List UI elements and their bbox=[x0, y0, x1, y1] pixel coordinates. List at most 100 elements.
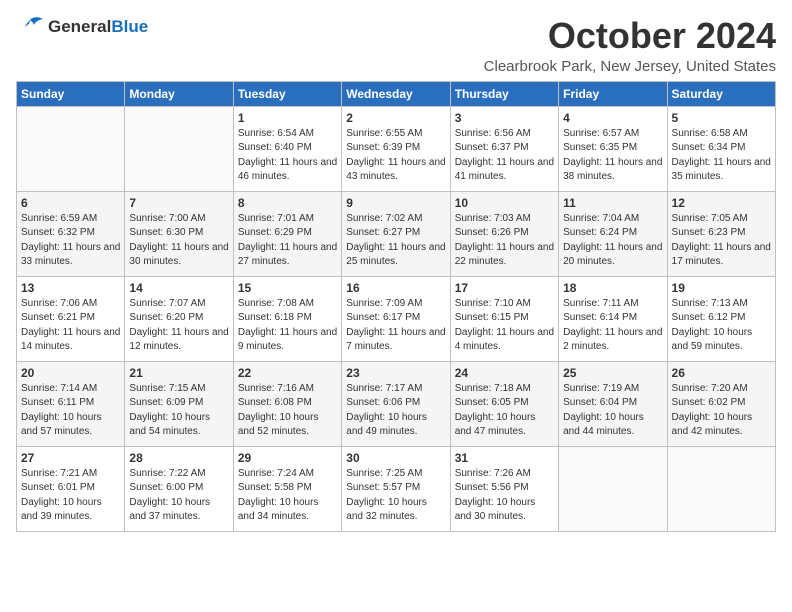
logo-general: General bbox=[48, 17, 111, 36]
calendar-cell: 6 Sunrise: 6:59 AM Sunset: 6:32 PM Daylig… bbox=[17, 191, 125, 276]
calendar-cell: 17 Sunrise: 7:10 AM Sunset: 6:15 PM Dayli… bbox=[450, 276, 558, 361]
calendar-cell: 12 Sunrise: 7:05 AM Sunset: 6:23 PM Dayli… bbox=[667, 191, 775, 276]
day-number: 22 bbox=[238, 366, 337, 380]
day-number: 4 bbox=[563, 111, 662, 125]
day-info: Sunrise: 7:20 AM Sunset: 6:02 PM Dayligh… bbox=[672, 382, 771, 440]
day-number: 29 bbox=[238, 451, 337, 465]
calendar-cell: 9Sunrise: 7:02 AM Sunset: 6:27 PM Daylig… bbox=[342, 191, 450, 276]
day-number: 26 bbox=[672, 366, 771, 380]
day-info: Sunrise: 7:05 AM Sunset: 6:23 PM Dayligh… bbox=[672, 212, 771, 270]
calendar-cell: 16 Sunrise: 7:09 AM Sunset: 6:17 PM Dayli… bbox=[342, 276, 450, 361]
calendar-cell bbox=[667, 446, 775, 531]
day-info: Sunrise: 7:15 AM Sunset: 6:09 PM Dayligh… bbox=[129, 382, 228, 440]
weekday-header: Monday bbox=[125, 81, 233, 106]
calendar-week-row: 6 Sunrise: 6:59 AM Sunset: 6:32 PM Daylig… bbox=[17, 191, 776, 276]
day-number: 24 bbox=[455, 366, 554, 380]
calendar-table: SundayMondayTuesdayWednesdayThursdayFrid… bbox=[16, 81, 776, 532]
calendar-cell: 29 Sunrise: 7:24 AM Sunset: 5:58 PM Dayli… bbox=[233, 446, 341, 531]
calendar-cell: 10Sunrise: 7:03 AM Sunset: 6:26 PM Dayli… bbox=[450, 191, 558, 276]
logo: GeneralBlue bbox=[16, 16, 148, 38]
day-info: Sunrise: 6:58 AM Sunset: 6:34 PM Dayligh… bbox=[672, 127, 771, 185]
calendar-cell bbox=[17, 106, 125, 191]
calendar-cell: 31 Sunrise: 7:26 AM Sunset: 5:56 PM Dayli… bbox=[450, 446, 558, 531]
calendar-cell: 21 Sunrise: 7:15 AM Sunset: 6:09 PM Dayli… bbox=[125, 361, 233, 446]
day-info: Sunrise: 6:59 AM Sunset: 6:32 PM Dayligh… bbox=[21, 212, 120, 270]
logo-blue: Blue bbox=[111, 17, 148, 36]
day-info: Sunrise: 7:10 AM Sunset: 6:15 PM Dayligh… bbox=[455, 297, 554, 355]
calendar-header: SundayMondayTuesdayWednesdayThursdayFrid… bbox=[17, 81, 776, 106]
logo-icon bbox=[16, 16, 44, 38]
day-number: 13 bbox=[21, 281, 120, 295]
calendar-cell: 20Sunrise: 7:14 AM Sunset: 6:11 PM Dayli… bbox=[17, 361, 125, 446]
title-area: October 2024 Clearbrook Park, New Jersey… bbox=[484, 16, 776, 75]
day-number: 8 bbox=[238, 196, 337, 210]
header: GeneralBlue October 2024 Clearbrook Park… bbox=[16, 16, 776, 75]
day-info: Sunrise: 6:56 AM Sunset: 6:37 PM Dayligh… bbox=[455, 127, 554, 185]
calendar-cell: 1Sunrise: 6:54 AM Sunset: 6:40 PM Daylig… bbox=[233, 106, 341, 191]
calendar-cell: 8 Sunrise: 7:01 AM Sunset: 6:29 PM Daylig… bbox=[233, 191, 341, 276]
day-info: Sunrise: 7:04 AM Sunset: 6:24 PM Dayligh… bbox=[563, 212, 662, 270]
day-number: 14 bbox=[129, 281, 228, 295]
day-number: 21 bbox=[129, 366, 228, 380]
day-number: 11 bbox=[563, 196, 662, 210]
day-number: 16 bbox=[346, 281, 445, 295]
calendar-cell: 22Sunrise: 7:16 AM Sunset: 6:08 PM Dayli… bbox=[233, 361, 341, 446]
calendar-cell bbox=[125, 106, 233, 191]
weekday-header: Thursday bbox=[450, 81, 558, 106]
day-number: 28 bbox=[129, 451, 228, 465]
day-info: Sunrise: 7:22 AM Sunset: 6:00 PM Dayligh… bbox=[129, 467, 228, 525]
calendar-cell: 14 Sunrise: 7:07 AM Sunset: 6:20 PM Dayli… bbox=[125, 276, 233, 361]
weekday-row: SundayMondayTuesdayWednesdayThursdayFrid… bbox=[17, 81, 776, 106]
calendar-cell: 26 Sunrise: 7:20 AM Sunset: 6:02 PM Dayli… bbox=[667, 361, 775, 446]
calendar-cell: 15 Sunrise: 7:08 AM Sunset: 6:18 PM Dayli… bbox=[233, 276, 341, 361]
weekday-header: Wednesday bbox=[342, 81, 450, 106]
day-number: 6 bbox=[21, 196, 120, 210]
day-number: 2 bbox=[346, 111, 445, 125]
day-info: Sunrise: 7:25 AM Sunset: 5:57 PM Dayligh… bbox=[346, 467, 445, 525]
location-title: Clearbrook Park, New Jersey, United Stat… bbox=[484, 58, 776, 75]
day-info: Sunrise: 7:24 AM Sunset: 5:58 PM Dayligh… bbox=[238, 467, 337, 525]
calendar-cell: 23 Sunrise: 7:17 AM Sunset: 6:06 PM Dayli… bbox=[342, 361, 450, 446]
day-number: 27 bbox=[21, 451, 120, 465]
day-info: Sunrise: 7:06 AM Sunset: 6:21 PM Dayligh… bbox=[21, 297, 120, 355]
day-info: Sunrise: 7:09 AM Sunset: 6:17 PM Dayligh… bbox=[346, 297, 445, 355]
calendar-cell: 28 Sunrise: 7:22 AM Sunset: 6:00 PM Dayli… bbox=[125, 446, 233, 531]
day-number: 19 bbox=[672, 281, 771, 295]
day-info: Sunrise: 7:08 AM Sunset: 6:18 PM Dayligh… bbox=[238, 297, 337, 355]
day-info: Sunrise: 7:11 AM Sunset: 6:14 PM Dayligh… bbox=[563, 297, 662, 355]
day-number: 23 bbox=[346, 366, 445, 380]
day-info: Sunrise: 7:00 AM Sunset: 6:30 PM Dayligh… bbox=[129, 212, 228, 270]
day-info: Sunrise: 7:21 AM Sunset: 6:01 PM Dayligh… bbox=[21, 467, 120, 525]
calendar-cell bbox=[559, 446, 667, 531]
calendar-cell: 27 Sunrise: 7:21 AM Sunset: 6:01 PM Dayli… bbox=[17, 446, 125, 531]
day-number: 12 bbox=[672, 196, 771, 210]
day-info: Sunrise: 7:26 AM Sunset: 5:56 PM Dayligh… bbox=[455, 467, 554, 525]
day-number: 5 bbox=[672, 111, 771, 125]
calendar-cell: 30Sunrise: 7:25 AM Sunset: 5:57 PM Dayli… bbox=[342, 446, 450, 531]
calendar-cell: 19Sunrise: 7:13 AM Sunset: 6:12 PM Dayli… bbox=[667, 276, 775, 361]
day-number: 7 bbox=[129, 196, 228, 210]
day-number: 17 bbox=[455, 281, 554, 295]
day-number: 15 bbox=[238, 281, 337, 295]
day-info: Sunrise: 7:03 AM Sunset: 6:26 PM Dayligh… bbox=[455, 212, 554, 270]
day-info: Sunrise: 6:54 AM Sunset: 6:40 PM Dayligh… bbox=[238, 127, 337, 185]
calendar-cell: 5 Sunrise: 6:58 AM Sunset: 6:34 PM Daylig… bbox=[667, 106, 775, 191]
day-info: Sunrise: 7:14 AM Sunset: 6:11 PM Dayligh… bbox=[21, 382, 120, 440]
logo-text: GeneralBlue bbox=[48, 17, 148, 37]
calendar-week-row: 13 Sunrise: 7:06 AM Sunset: 6:21 PM Dayli… bbox=[17, 276, 776, 361]
calendar-cell: 11 Sunrise: 7:04 AM Sunset: 6:24 PM Dayli… bbox=[559, 191, 667, 276]
day-number: 31 bbox=[455, 451, 554, 465]
calendar-cell: 2Sunrise: 6:55 AM Sunset: 6:39 PM Daylig… bbox=[342, 106, 450, 191]
day-info: Sunrise: 7:17 AM Sunset: 6:06 PM Dayligh… bbox=[346, 382, 445, 440]
day-info: Sunrise: 7:01 AM Sunset: 6:29 PM Dayligh… bbox=[238, 212, 337, 270]
day-number: 18 bbox=[563, 281, 662, 295]
day-info: Sunrise: 7:07 AM Sunset: 6:20 PM Dayligh… bbox=[129, 297, 228, 355]
calendar-week-row: 1Sunrise: 6:54 AM Sunset: 6:40 PM Daylig… bbox=[17, 106, 776, 191]
weekday-header: Tuesday bbox=[233, 81, 341, 106]
calendar-cell: 13 Sunrise: 7:06 AM Sunset: 6:21 PM Dayli… bbox=[17, 276, 125, 361]
weekday-header: Sunday bbox=[17, 81, 125, 106]
calendar-cell: 18 Sunrise: 7:11 AM Sunset: 6:14 PM Dayli… bbox=[559, 276, 667, 361]
calendar-cell: 24Sunrise: 7:18 AM Sunset: 6:05 PM Dayli… bbox=[450, 361, 558, 446]
calendar-cell: 7 Sunrise: 7:00 AM Sunset: 6:30 PM Daylig… bbox=[125, 191, 233, 276]
day-info: Sunrise: 7:19 AM Sunset: 6:04 PM Dayligh… bbox=[563, 382, 662, 440]
